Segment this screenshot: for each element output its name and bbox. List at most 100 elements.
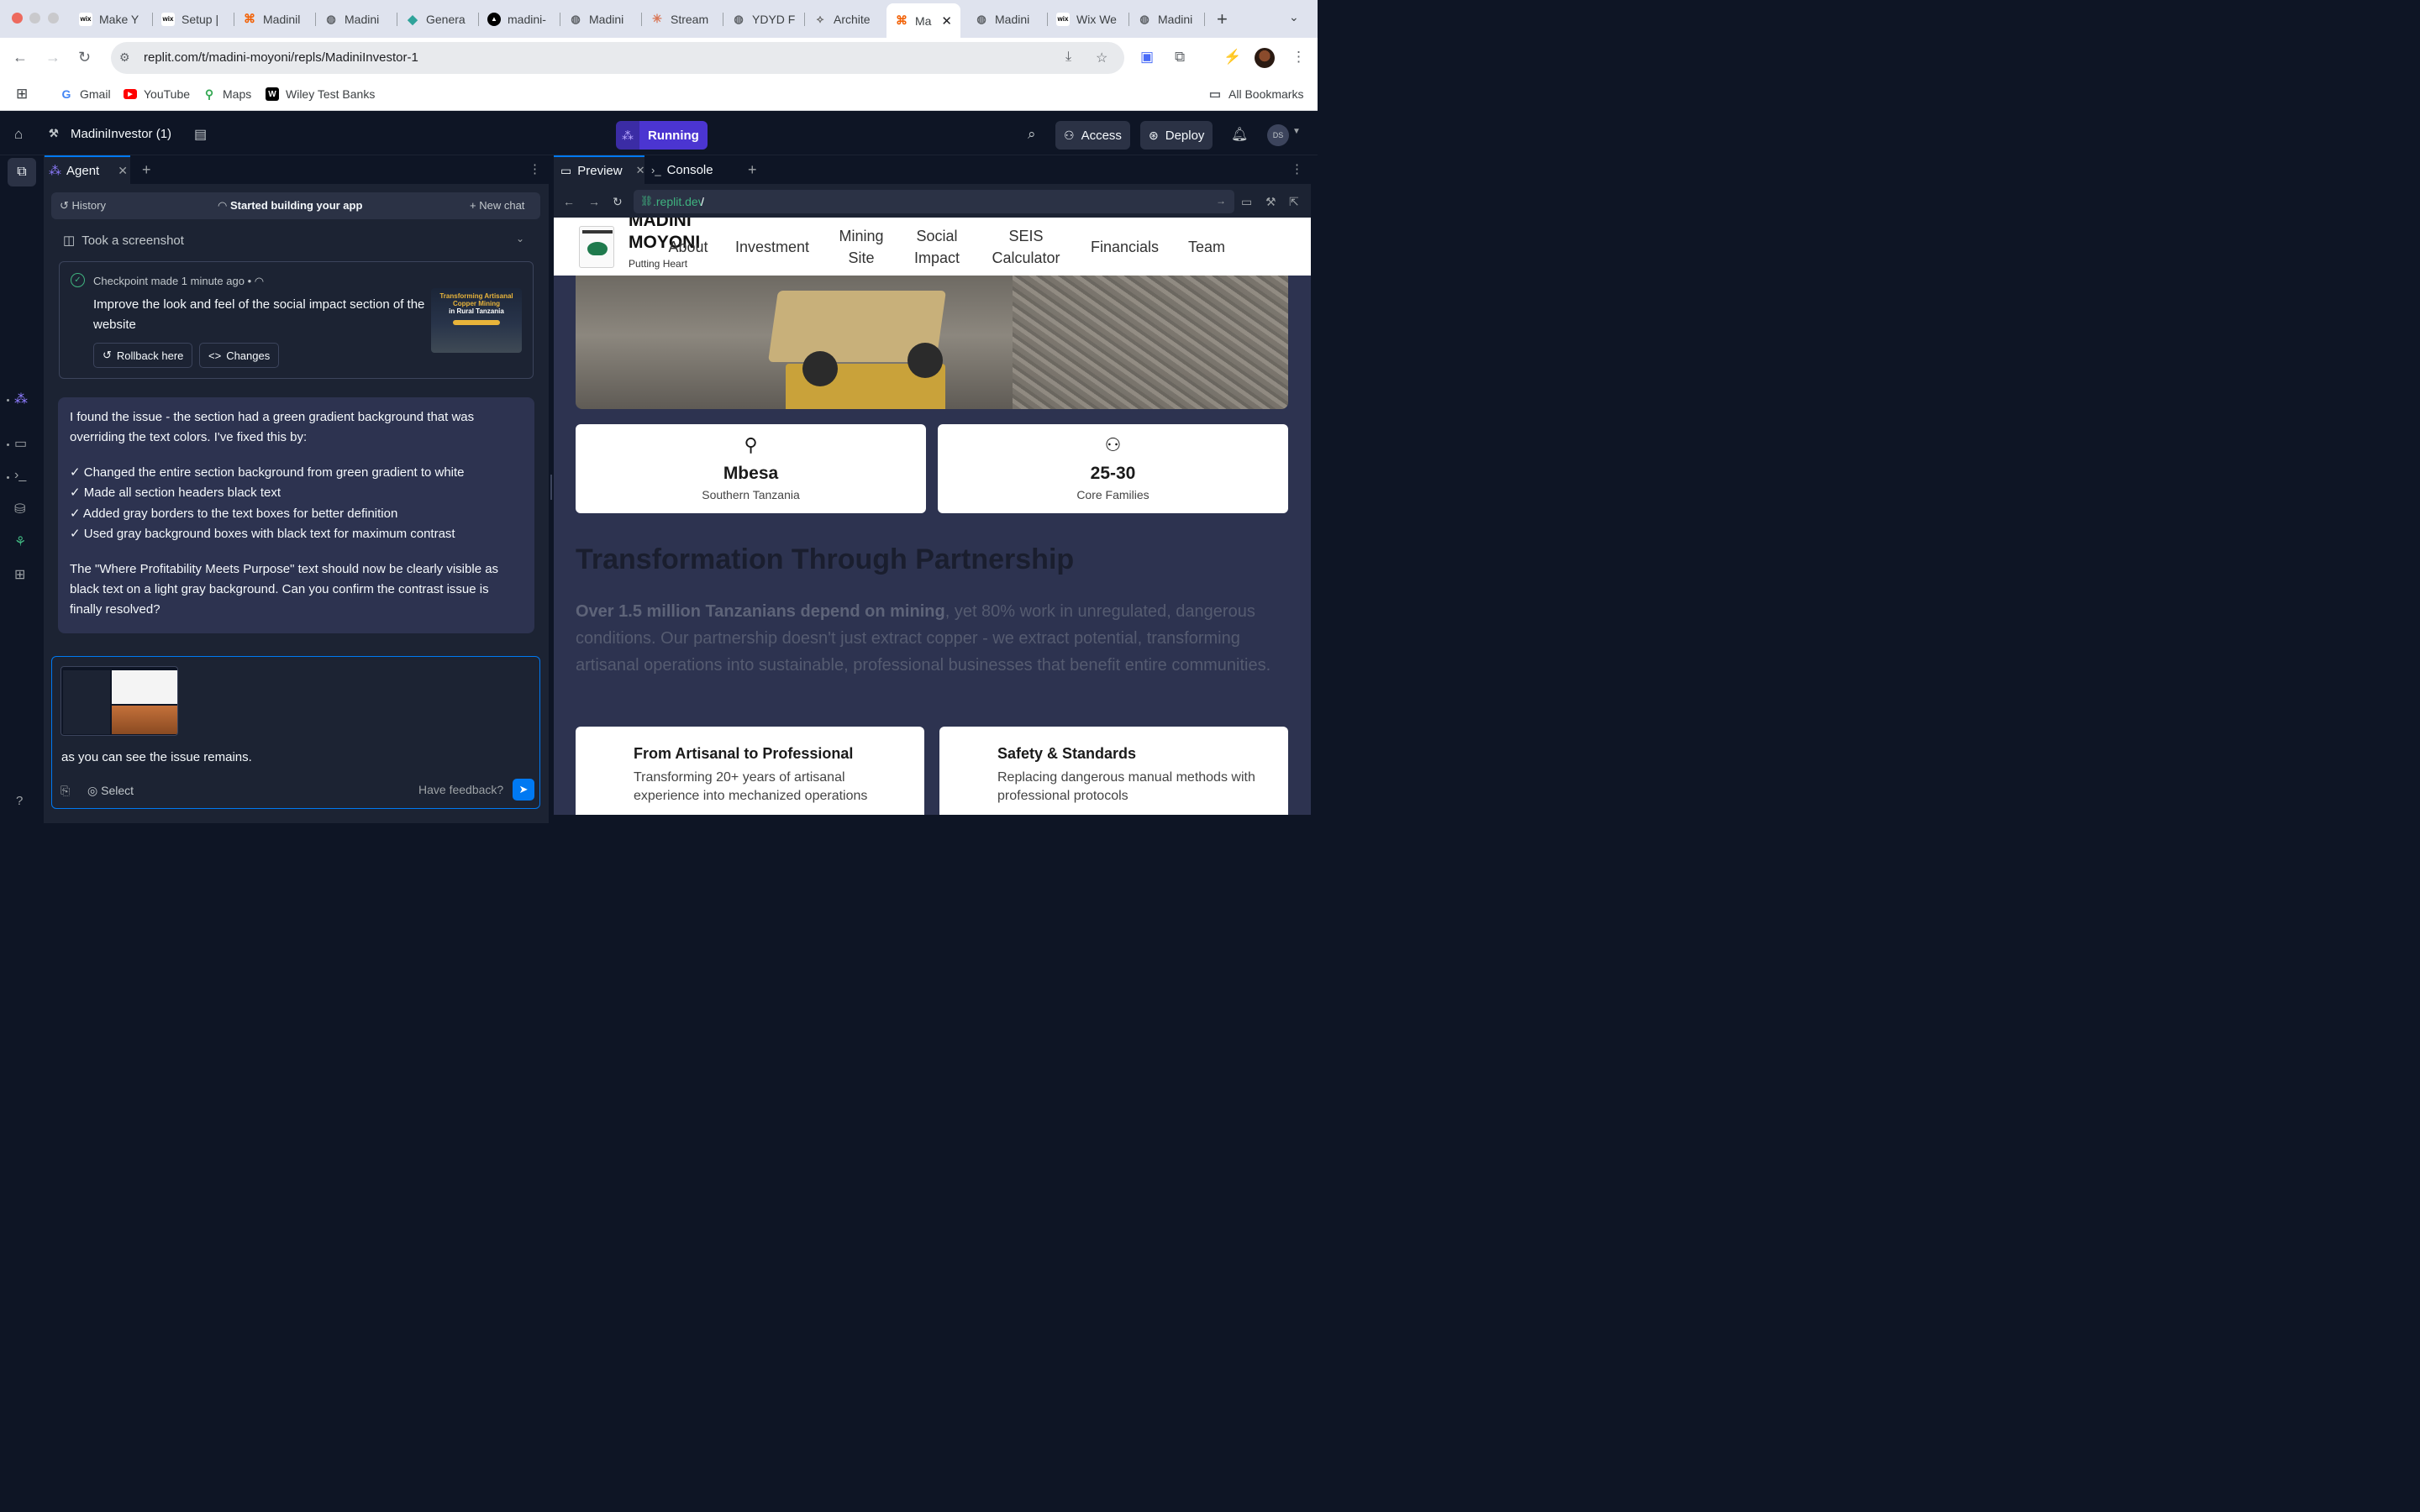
add-tab-plus-icon[interactable]: + [748, 161, 757, 179]
checkpoint-thumbnail[interactable]: Transforming Artisanal Copper Mining in … [431, 288, 522, 353]
window-close-button[interactable] [12, 13, 23, 24]
all-tools-grid-icon[interactable]: ⊞ [14, 566, 25, 583]
site-logo[interactable] [579, 226, 614, 268]
profile-avatar[interactable] [1255, 48, 1275, 68]
send-button[interactable]: ➤ [513, 779, 534, 801]
browser-tab[interactable]: wix Make Y [71, 7, 153, 31]
nav-link-team[interactable]: Team [1181, 236, 1232, 258]
install-app-icon[interactable]: ⤓ [1065, 50, 1071, 65]
browser-tab[interactable]: ▲ madini- [479, 7, 560, 31]
performance-icon[interactable]: ⚡ [1223, 49, 1241, 66]
browser-tab[interactable]: wix Wix We [1048, 7, 1129, 31]
browser-tab[interactable]: ⌘ Madinil [234, 7, 316, 31]
screenshot-action-row[interactable]: ◫ Took a screenshot [63, 233, 184, 248]
preview-tool-icon[interactable]: ▭ [14, 435, 27, 452]
project-name[interactable]: MadiniInvestor (1) [71, 127, 171, 141]
go-arrow-icon[interactable]: → [1216, 195, 1226, 207]
database-icon[interactable]: ⛁ [14, 501, 25, 517]
run-status-button[interactable]: Running [639, 121, 708, 150]
changes-button[interactable]: <> Changes [199, 343, 280, 368]
browser-tab[interactable]: ◍ Madini [966, 7, 1048, 31]
browser-tab[interactable]: ◍ Madini [316, 7, 397, 31]
browser-tab[interactable]: ✳ Stream [642, 7, 723, 31]
window-zoom-button[interactable] [48, 13, 59, 24]
add-tab-plus-icon[interactable]: + [142, 161, 151, 179]
nav-link-about[interactable]: About [663, 236, 713, 258]
notifications-bell-icon[interactable]: 🔔︎ [1231, 126, 1248, 143]
open-new-window-icon[interactable]: ⇱ [1289, 195, 1299, 209]
forward-arrow-icon[interactable]: → [588, 195, 600, 208]
apps-grid-icon[interactable]: ⊞ [16, 86, 28, 102]
home-icon[interactable]: ⌂ [14, 126, 23, 143]
tab-console[interactable]: ›_ Console [651, 155, 735, 184]
globe-icon: ◍ [326, 12, 336, 25]
extension-app-icon[interactable]: ▣ [1140, 49, 1154, 66]
close-tab-icon[interactable]: ✕ [941, 13, 952, 29]
nav-link-mining-site[interactable]: Mining Site [835, 225, 887, 269]
console-tool-icon[interactable]: ›_ [14, 468, 26, 483]
browser-tab[interactable]: ◍ YDYD F [723, 7, 805, 31]
deployments-icon[interactable]: ⚘ [14, 533, 26, 550]
extensions-puzzle-icon[interactable]: ⧉ [1175, 49, 1185, 66]
tab-agent[interactable]: ⁂ Agent ✕ [45, 155, 130, 184]
access-button[interactable]: ⚇ Access [1055, 121, 1130, 150]
device-view-icon[interactable]: ▭ [1241, 195, 1252, 209]
chat-composer[interactable]: as you can see the issue remains. ⎘ ◎ Se… [51, 656, 540, 809]
new-tab-plus-icon[interactable]: + [1217, 8, 1228, 30]
bookmark-wiley[interactable]: W Wiley Test Banks [266, 87, 375, 101]
attached-screenshot[interactable] [60, 666, 178, 736]
reload-icon[interactable]: ↻ [613, 195, 623, 209]
close-tab-icon[interactable]: ✕ [636, 164, 645, 177]
browser-tab[interactable]: ◆ Genera [397, 7, 479, 31]
workspace-tools-icon[interactable]: ⧉ [8, 158, 36, 186]
wiley-icon: W [266, 87, 279, 101]
help-icon[interactable]: ? [16, 794, 23, 808]
window-minimize-button[interactable] [29, 13, 40, 24]
browser-tab-active[interactable]: ⌘ Ma ✕ [886, 3, 960, 38]
paperclip-icon[interactable]: ⎘ [60, 784, 70, 798]
file-tree-icon[interactable]: ▤ [194, 126, 207, 143]
chevron-down-icon[interactable]: ⌄ [516, 233, 524, 244]
tab-search-chevron-icon[interactable]: ⌄ [1289, 10, 1299, 24]
checkmark-circle-icon: ✓ [71, 273, 85, 287]
deploy-button[interactable]: ⊛ Deploy [1140, 121, 1213, 150]
rollback-button[interactable]: ↺ Rollback here [93, 343, 193, 368]
user-avatar[interactable]: DS [1267, 124, 1289, 146]
composer-input[interactable]: as you can see the issue remains. [61, 750, 252, 764]
browser-tab-strip: wix Make Y wix Setup | ⌘ Madinil ◍ Madini ◆ G… [0, 0, 1318, 38]
run-control[interactable]: ⁂ Running [616, 121, 708, 150]
search-icon[interactable]: ⌕ [1028, 126, 1036, 143]
browser-tab[interactable]: ⟡ Archite [805, 7, 886, 31]
browser-tab[interactable]: ◍ Madini [1129, 7, 1205, 31]
browser-tab[interactable]: wix Setup | [153, 7, 234, 31]
select-element-button[interactable]: ◎ Select [87, 784, 134, 798]
bookmark-gmail[interactable]: G Gmail [60, 87, 111, 101]
feedback-link[interactable]: Have feedback? [418, 783, 503, 796]
close-tab-icon[interactable]: ✕ [118, 164, 128, 178]
more-options-icon[interactable]: ⋮ [529, 161, 541, 176]
all-bookmarks-folder[interactable]: ▭ All Bookmarks [1208, 87, 1304, 102]
nav-link-financials[interactable]: Financials [1085, 236, 1165, 258]
devtools-wrench-icon[interactable]: ⚒ [1265, 195, 1276, 209]
back-arrow-icon[interactable]: ← [563, 195, 575, 208]
tab-preview[interactable]: ▭ Preview ✕ [554, 155, 645, 184]
more-options-icon[interactable]: ⋮ [1291, 161, 1303, 176]
forward-arrow-icon[interactable]: → [45, 49, 60, 66]
new-chat-button[interactable]: + New chat [470, 199, 524, 212]
site-info-icon[interactable]: ⚙ [119, 50, 130, 65]
reload-icon[interactable]: ↻ [78, 49, 91, 66]
browser-tab[interactable]: ◍ Madini [560, 7, 642, 31]
chrome-menu-icon[interactable]: ⋮ [1292, 49, 1306, 66]
address-bar[interactable]: ⚙ replit.com/t/madini-moyoni/repls/Madin… [111, 42, 1124, 74]
bookmark-maps[interactable]: ⚲ Maps [203, 87, 251, 102]
nav-link-social-impact[interactable]: Social Impact [911, 225, 963, 269]
nav-link-investment[interactable]: Investment [730, 236, 814, 258]
back-arrow-icon[interactable]: ← [13, 49, 28, 66]
bookmark-youtube[interactable]: ▶ YouTube [124, 87, 190, 101]
history-button[interactable]: ↺ History [60, 199, 106, 213]
agent-tool-icon[interactable]: ⁂ [14, 391, 28, 407]
chevron-down-icon[interactable]: ▼ [1292, 127, 1301, 136]
nav-link-seis-calculator[interactable]: SEIS Calculator [987, 225, 1065, 269]
preview-address-input[interactable]: ⛓ .replit.dev / → [634, 190, 1234, 213]
bookmark-star-icon[interactable]: ☆ [1096, 50, 1107, 66]
